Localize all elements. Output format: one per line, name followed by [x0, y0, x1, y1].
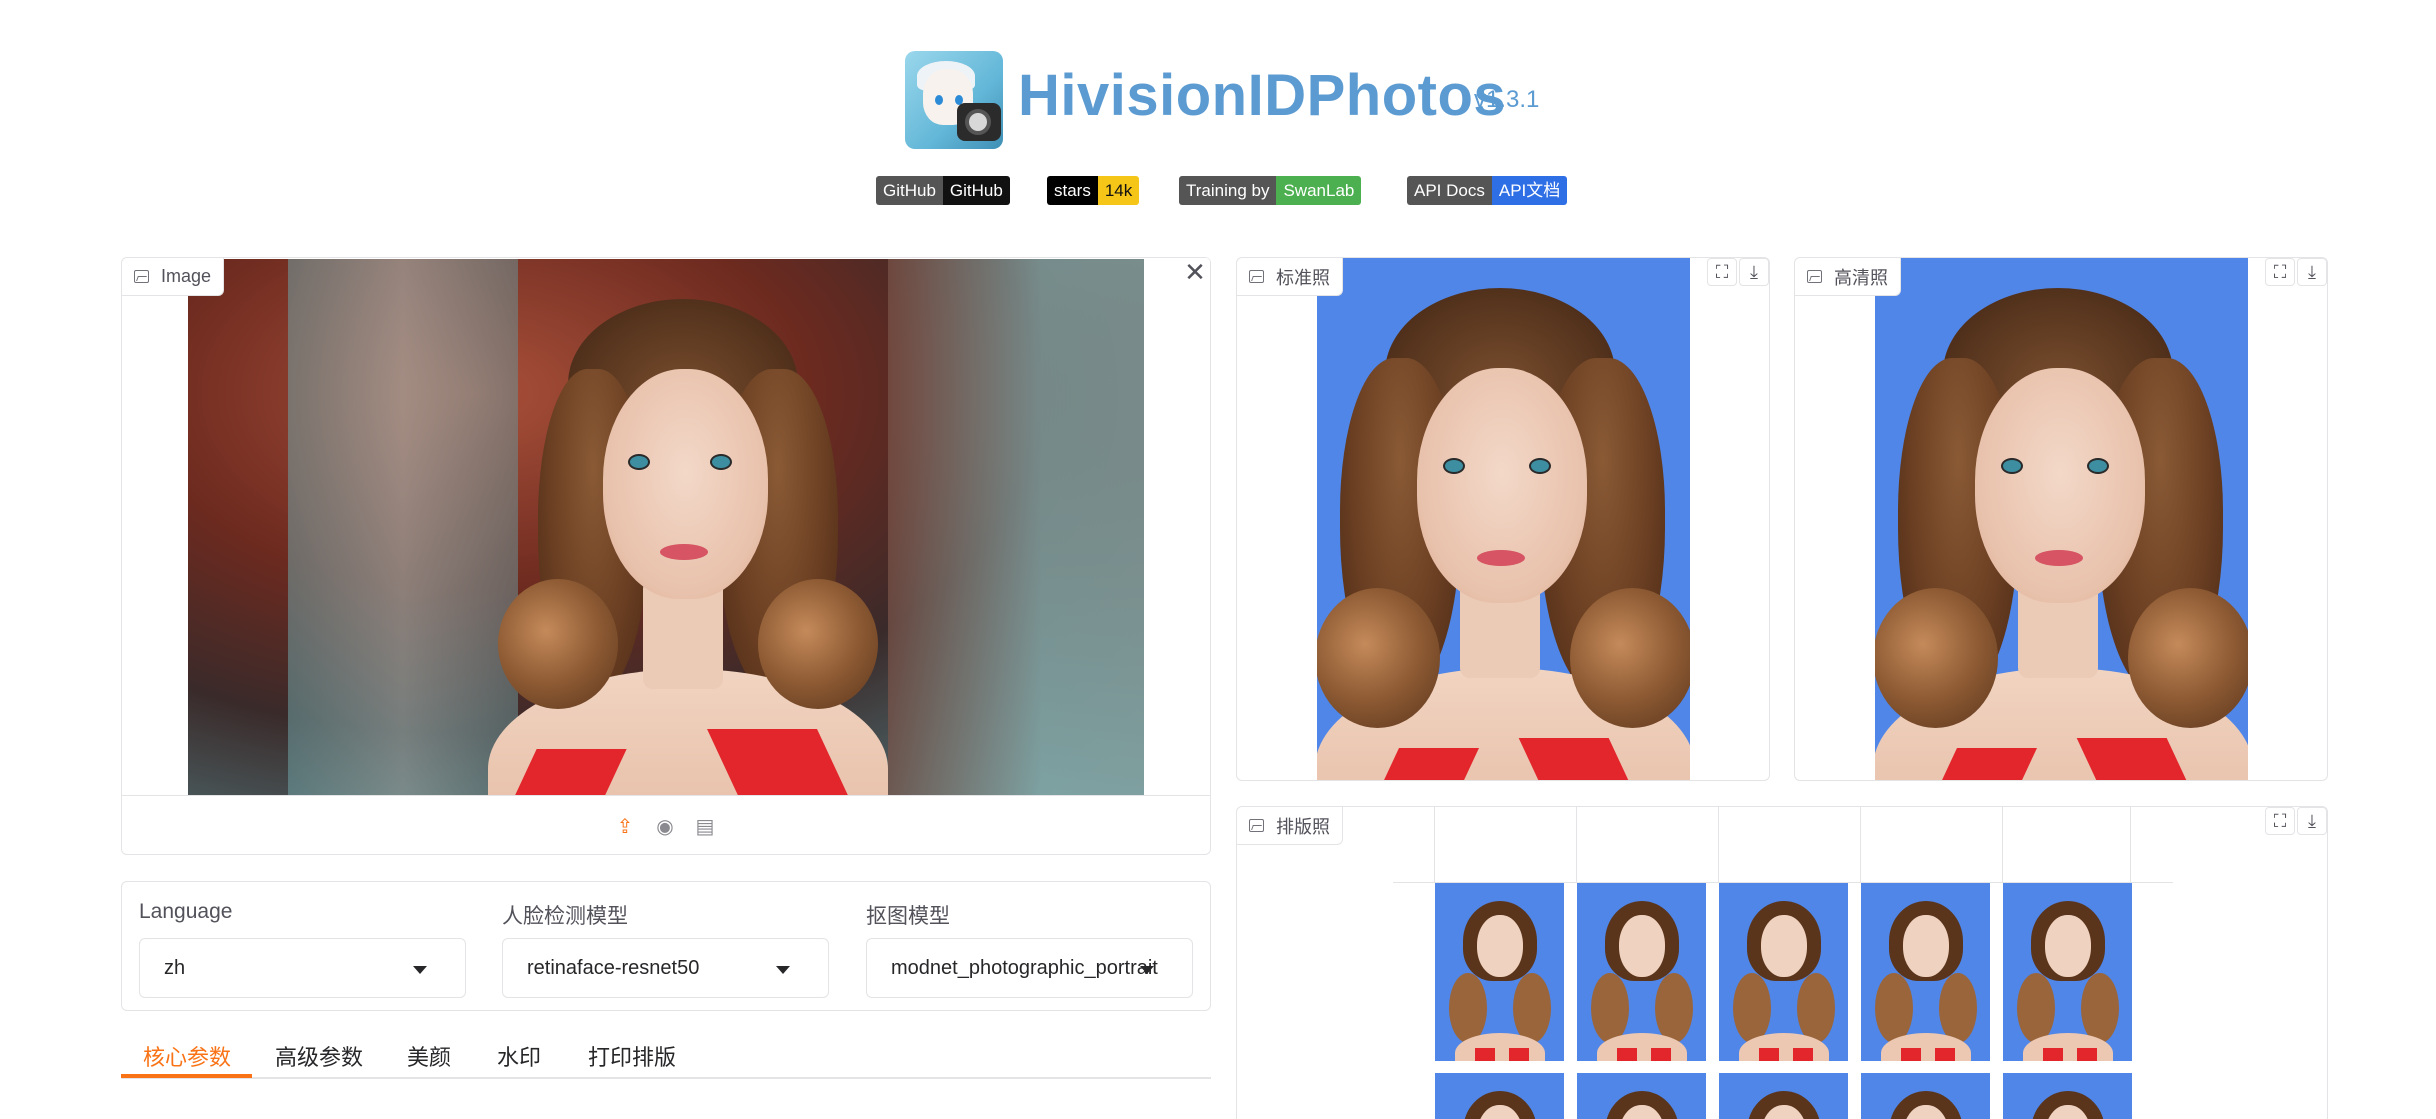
layout-photo-panel: 排版照 ⛶ ⤓	[1236, 806, 2328, 1119]
chevron-down-icon	[776, 966, 790, 974]
app-title: HivisionIDPhotos	[1018, 63, 1507, 128]
standard-photo	[1317, 258, 1690, 780]
close-icon[interactable]: ✕	[1180, 257, 1210, 287]
badge-right-label: SwanLab	[1276, 176, 1362, 205]
badge-left-label: stars	[1047, 176, 1098, 205]
input-photo[interactable]	[188, 259, 1144, 795]
app-version: v1.3.1	[1474, 86, 1540, 113]
chevron-down-icon	[1140, 966, 1154, 974]
download-icon[interactable]: ⤓	[2297, 807, 2327, 835]
badge-right-label: API文档	[1491, 176, 1568, 205]
language-select[interactable]: zh	[139, 938, 466, 998]
badge-right-label: 14k	[1097, 176, 1140, 205]
standard-photo-label: 标准照	[1237, 258, 1343, 296]
layout-thumbnail	[1861, 1073, 1990, 1119]
badge-right-label: GitHub	[942, 176, 1010, 205]
download-icon[interactable]: ⤓	[2297, 258, 2327, 286]
input-image-panel: Image ✕	[121, 257, 1211, 855]
chevron-down-icon	[413, 966, 427, 974]
github-badge[interactable]: GitHub GitHub	[876, 176, 1010, 205]
panel-label-text: 高清照	[1834, 267, 1888, 288]
image-icon	[1249, 819, 1264, 832]
active-tab-indicator	[121, 1074, 252, 1078]
hd-photo-label: 高清照	[1795, 258, 1901, 296]
layout-thumbnail	[1435, 1073, 1564, 1119]
face-model-label: 人脸检测模型	[502, 905, 628, 928]
tab-advanced-params[interactable]: 高级参数	[275, 1040, 363, 1072]
panel-label-text: 排版照	[1276, 816, 1330, 837]
layout-thumbnail	[1719, 883, 1848, 1061]
stars-badge[interactable]: stars 14k	[1047, 176, 1140, 205]
layout-thumbnail	[1861, 883, 1990, 1061]
header: HivisionIDPhotos v1.3.1 GitHub GitHub st…	[0, 0, 2436, 230]
image-icon	[1807, 270, 1822, 283]
image-icon	[1249, 270, 1264, 283]
hd-photo	[1875, 258, 2248, 780]
webcam-icon[interactable]: ◉	[653, 814, 677, 838]
layout-thumbnail	[1719, 1073, 1848, 1119]
fullscreen-icon[interactable]: ⛶	[2265, 258, 2295, 286]
matting-model-select[interactable]: modnet_photographic_portrait	[866, 938, 1193, 998]
tab-print-layout[interactable]: 打印排版	[588, 1040, 676, 1072]
clipboard-icon[interactable]: ▤	[693, 814, 717, 838]
input-image-label: Image	[122, 258, 225, 296]
matting-model-label: 抠图模型	[866, 905, 950, 928]
tab-watermark[interactable]: 水印	[497, 1040, 541, 1072]
layout-thumbnail	[1577, 883, 1706, 1061]
layout-thumbnail	[2003, 1073, 2132, 1119]
matting-model-value: modnet_photographic_portrait	[891, 956, 1158, 979]
fullscreen-icon[interactable]: ⛶	[2265, 807, 2295, 835]
panel-label-text: Image	[161, 266, 212, 286]
download-icon[interactable]: ⤓	[1739, 258, 1769, 286]
app-logo	[905, 51, 1003, 149]
api-docs-badge[interactable]: API Docs API文档	[1407, 176, 1568, 205]
standard-photo-panel: 标准照 ⛶ ⤓	[1236, 257, 1770, 781]
language-value: zh	[164, 956, 186, 979]
fullscreen-icon[interactable]: ⛶	[1707, 258, 1737, 286]
image-icon	[134, 270, 149, 283]
layout-thumbnail	[1435, 883, 1564, 1061]
swanlab-badge[interactable]: Training by SwanLab	[1179, 176, 1362, 205]
tab-beauty[interactable]: 美颜	[407, 1040, 451, 1072]
layout-photo-label: 排版照	[1237, 807, 1343, 845]
panel-label-text: 标准照	[1276, 267, 1330, 288]
tab-core-params[interactable]: 核心参数	[143, 1040, 231, 1072]
badge-left-label: GitHub	[876, 176, 943, 205]
badge-left-label: API Docs	[1407, 176, 1492, 205]
face-model-value: retinaface-resnet50	[527, 956, 700, 979]
hd-photo-panel: 高清照 ⛶ ⤓	[1794, 257, 2328, 781]
layout-thumbnail	[2003, 883, 2132, 1061]
language-label: Language	[139, 900, 233, 923]
layout-thumbnail	[1577, 1073, 1706, 1119]
face-model-select[interactable]: retinaface-resnet50	[502, 938, 829, 998]
upload-icon[interactable]: ⇪	[613, 814, 637, 838]
badge-left-label: Training by	[1179, 176, 1277, 205]
